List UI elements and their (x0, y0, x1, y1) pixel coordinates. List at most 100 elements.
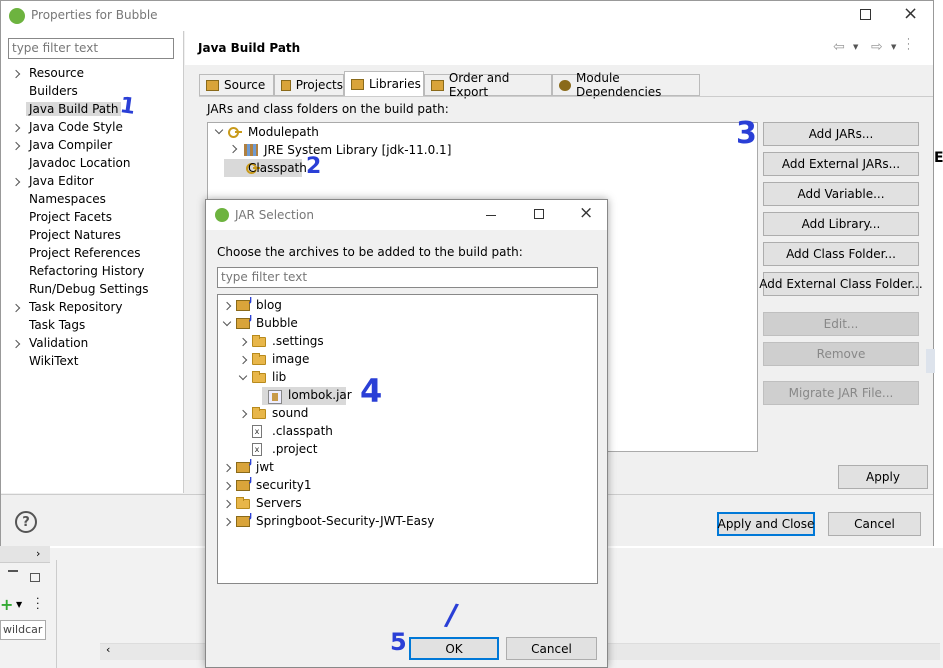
back-icon[interactable]: ⇦ (833, 39, 845, 55)
classpath-label[interactable]: Classpath (248, 161, 307, 175)
tree-item-sound[interactable]: sound (218, 405, 596, 423)
background-kebab-icon[interactable]: · · · (36, 593, 40, 614)
expand-icon[interactable] (222, 301, 232, 311)
button-label: Edit... (823, 317, 859, 331)
background-chevron-icon[interactable]: › (36, 547, 40, 560)
remove-button[interactable]: Remove (763, 342, 919, 366)
tab-libraries[interactable]: Libraries (344, 71, 424, 96)
add-variable-button[interactable]: Add Variable... (763, 182, 919, 206)
tree-item-jwt[interactable]: jwt (218, 458, 596, 477)
nav-item-javadoc-location[interactable]: Javadoc Location (1, 155, 183, 173)
dialog-cancel-button[interactable]: Cancel (506, 637, 597, 660)
nav-item-refactoring-history[interactable]: Refactoring History (1, 263, 183, 281)
background-add-icon[interactable]: + (0, 595, 13, 614)
maximize-icon[interactable] (860, 9, 871, 20)
view-menu-icon[interactable]: · · · (907, 36, 910, 55)
expand-icon[interactable] (222, 499, 232, 509)
help-icon[interactable]: ? (15, 511, 37, 533)
nav-item-resource[interactable]: Resource (1, 65, 183, 83)
modulepath-label[interactable]: Modulepath (248, 125, 319, 139)
tree-item-classpath[interactable]: x .classpath (218, 423, 596, 441)
nav-item-project-natures[interactable]: Project Natures (1, 227, 183, 245)
tree-item-blog[interactable]: blog (218, 296, 596, 315)
tree-item-springboot[interactable]: Springboot-Security-JWT-Easy (218, 512, 596, 531)
add-external-class-folder-button[interactable]: Add External Class Folder... (759, 272, 923, 296)
expand-icon[interactable] (11, 177, 21, 187)
nav-item-task-repository[interactable]: Task Repository (1, 299, 183, 317)
tree-item-bubble[interactable]: Bubble (218, 314, 596, 333)
tab-module-dependencies[interactable]: Module Dependencies (552, 71, 700, 99)
edit-button[interactable]: Edit... (763, 312, 919, 336)
add-jars-button[interactable]: Add JARs... (763, 122, 919, 146)
expand-jre-icon[interactable] (228, 144, 238, 154)
nav-item-run-debug-settings[interactable]: Run/Debug Settings (1, 281, 183, 299)
forward-menu-icon[interactable]: ▼ (891, 43, 896, 51)
background-maximize-icon[interactable] (30, 573, 40, 582)
nav-item-label: Project Natures (29, 228, 121, 242)
tab-label: Source (224, 78, 266, 92)
tree-item-servers[interactable]: Servers (218, 495, 596, 513)
nav-item-validation[interactable]: Validation (1, 335, 183, 353)
expand-icon[interactable] (11, 303, 21, 313)
tree-item-security1[interactable]: security1 (218, 476, 596, 495)
expand-icon[interactable] (222, 481, 232, 491)
dialog-close-icon[interactable]: × (579, 203, 593, 223)
dialog-filter-input[interactable]: type filter text (217, 267, 598, 288)
tab-source[interactable]: Source (199, 74, 274, 96)
migrate-jar-file-button[interactable]: Migrate JAR File... (763, 381, 919, 405)
nav-item-java-compiler[interactable]: Java Compiler (1, 137, 183, 155)
nav-item-builders[interactable]: Builders (1, 83, 183, 101)
nav-item-namespaces[interactable]: Namespaces (1, 191, 183, 209)
expand-icon[interactable] (222, 463, 232, 473)
tab-projects[interactable]: Projects (274, 74, 344, 96)
nav-item-java-build-path[interactable]: Java Build Path (1, 101, 183, 119)
add-class-folder-button[interactable]: Add Class Folder... (763, 242, 919, 266)
background-minimize-icon[interactable] (8, 570, 18, 572)
cancel-button[interactable]: Cancel (828, 512, 921, 536)
nav-item-label: Resource (29, 66, 85, 80)
expand-icon[interactable] (238, 409, 248, 419)
apply-button[interactable]: Apply (838, 465, 928, 489)
button-label: Add Class Folder... (786, 247, 896, 261)
expand-icon[interactable] (11, 69, 21, 79)
background-search-field[interactable]: wildcar (0, 620, 46, 640)
expand-icon[interactable] (11, 141, 21, 151)
tree-item-settings[interactable]: .settings (218, 333, 596, 351)
add-library-button[interactable]: Add Library... (763, 212, 919, 236)
add-external-jars-button[interactable]: Add External JARs... (763, 152, 919, 176)
tree-item-lib[interactable]: lib (218, 369, 596, 387)
expand-icon[interactable] (222, 317, 232, 327)
back-menu-icon[interactable]: ▼ (853, 43, 858, 51)
jre-label[interactable]: JRE System Library [jdk-11.0.1] (264, 143, 451, 157)
nav-item-project-facets[interactable]: Project Facets (1, 209, 183, 227)
expand-modulepath-icon[interactable] (214, 125, 224, 135)
close-icon[interactable]: × (903, 3, 918, 24)
nav-item-java-editor[interactable]: Java Editor (1, 173, 183, 191)
nav-item-label: Java Code Style (29, 120, 123, 134)
expand-icon[interactable] (11, 339, 21, 349)
tree-item-image[interactable]: image (218, 351, 596, 369)
tab-label: Libraries (369, 77, 421, 91)
tree-item-lombok[interactable]: lombok.jar (218, 387, 596, 405)
ok-button[interactable]: OK (409, 637, 499, 660)
nav-filter-input[interactable]: type filter text (8, 38, 174, 59)
nav-item-java-code-style[interactable]: Java Code Style (1, 119, 183, 137)
expand-icon[interactable] (11, 123, 21, 133)
background-hscroll-left-icon[interactable]: ‹ (106, 643, 110, 656)
nav-item-wikitext[interactable]: WikiText (1, 353, 183, 371)
tab-order-and-export[interactable]: Order and Export (424, 71, 552, 99)
forward-icon[interactable]: ⇨ (871, 39, 883, 55)
apply-and-close-button[interactable]: Apply and Close (717, 512, 815, 536)
dialog-minimize-icon[interactable] (486, 215, 496, 216)
dialog-maximize-icon[interactable] (534, 209, 544, 219)
folder-icon (252, 335, 266, 347)
nav-item-task-tags[interactable]: Task Tags (1, 317, 183, 335)
expand-icon[interactable] (238, 337, 248, 347)
nav-item-project-references[interactable]: Project References (1, 245, 183, 263)
dialog-cancel-label: Cancel (531, 641, 572, 656)
expand-icon[interactable] (238, 355, 248, 365)
expand-icon[interactable] (222, 517, 232, 527)
tree-item-project[interactable]: x .project (218, 441, 596, 459)
expand-icon[interactable] (238, 371, 248, 381)
background-dropdown-icon[interactable]: ▼ (16, 600, 22, 609)
